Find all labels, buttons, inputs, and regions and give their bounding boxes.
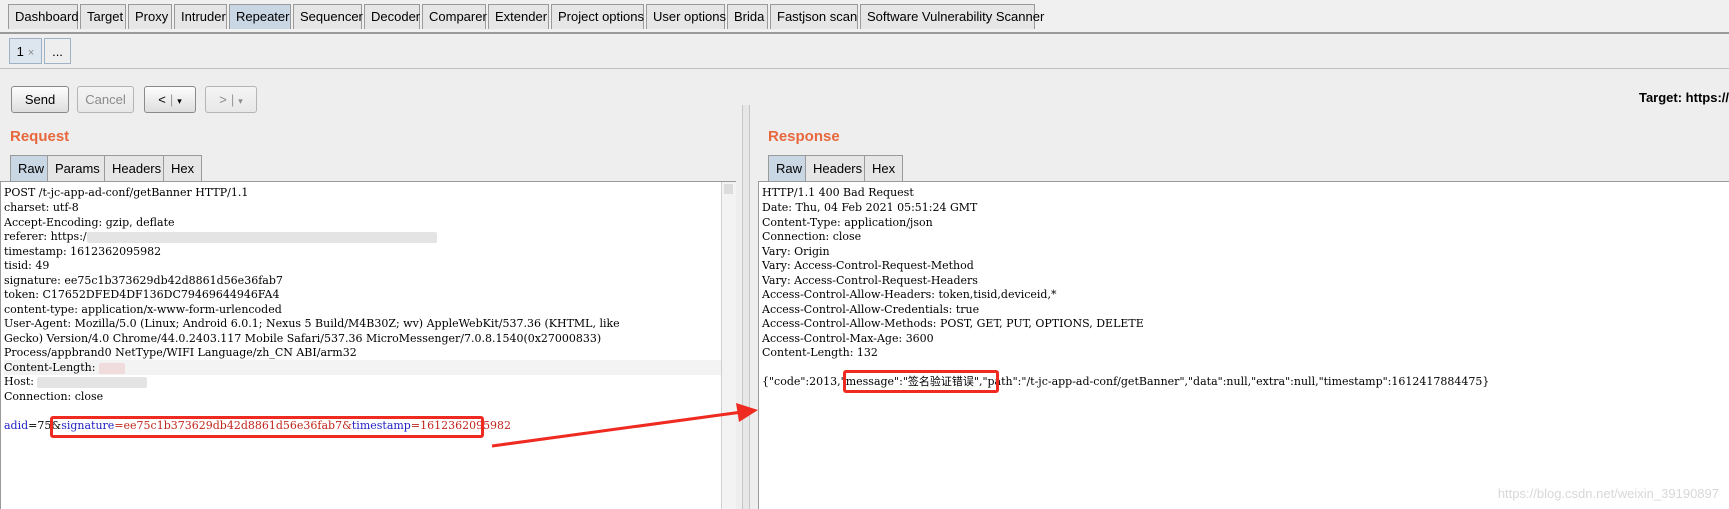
tab-fastjson-scan[interactable]: Fastjson scan [770, 4, 858, 29]
response-line: Access-Control-Allow-Methods: POST, GET,… [762, 317, 1144, 330]
send-button[interactable]: Send [11, 86, 69, 113]
response-line: Access-Control-Max-Age: 3600 [762, 332, 934, 345]
response-editor[interactable]: HTTP/1.1 400 Bad Request Date: Thu, 04 F… [758, 181, 1729, 509]
request-line: POST /t-jc-app-ad-conf/getBanner HTTP/1.… [4, 186, 249, 199]
chevron-down-icon[interactable]: ▾ [177, 96, 182, 106]
main-tab-bar: Dashboard Target Proxy Intruder Repeater… [0, 0, 1729, 34]
response-title: Response [768, 128, 840, 145]
request-line: content-type: application/x-www-form-url… [4, 303, 282, 316]
request-tab-params[interactable]: Params [47, 155, 108, 181]
target-label[interactable]: Target: https:// [1639, 90, 1729, 105]
tab-brida[interactable]: Brida [727, 4, 768, 29]
response-line: HTTP/1.1 400 Bad Request [762, 186, 914, 199]
response-line: Vary: Access-Control-Request-Method [762, 259, 974, 272]
request-line: tisid: 49 [4, 259, 50, 272]
response-line: Connection: close [762, 230, 862, 243]
request-tab-headers[interactable]: Headers [104, 155, 170, 181]
chevron-right-icon: > [219, 92, 227, 107]
response-line: Access-Control-Allow-Headers: token,tisi… [762, 288, 1057, 301]
referer-text: referer: https:/ [4, 230, 87, 243]
tab-target[interactable]: Target [80, 4, 126, 29]
response-line: Date: Thu, 04 Feb 2021 05:51:24 GMT [762, 201, 978, 214]
response-line: Vary: Origin [762, 245, 830, 258]
request-line: Content-Length: [4, 360, 724, 375]
redacted-block [86, 231, 437, 243]
json-prefix: {"code":2013, [762, 375, 841, 388]
request-line: Gecko) Version/4.0 Chrome/44.0.2403.117 … [4, 332, 602, 345]
response-line: Content-Type: application/json [762, 216, 933, 229]
response-line: Access-Control-Allow-Credentials: true [762, 303, 980, 316]
param-key: adid [4, 419, 29, 432]
request-line: timestamp: 1612362095982 [4, 245, 162, 258]
response-line: Content-Length: 132 [762, 346, 878, 359]
response-tab-headers[interactable]: Headers [805, 155, 871, 181]
repeater-tab-1[interactable]: 1 × [9, 38, 42, 64]
request-line: signature: ee75c1b373629db42d8861d56e36f… [4, 274, 283, 287]
chevron-left-icon: < [158, 92, 166, 107]
request-line: Accept-Encoding: gzip, deflate [4, 216, 175, 229]
close-icon[interactable]: × [28, 47, 34, 59]
request-scrollbar[interactable] [721, 182, 736, 509]
request-line: referer: https:/ [4, 229, 437, 244]
request-line: Process/appbrand0 NetType/WIFI Language/… [4, 346, 357, 359]
scroll-up-arrow[interactable] [724, 184, 733, 194]
request-line: Connection: close [4, 390, 104, 403]
response-pane: Response Raw Headers Hex HTTP/1.1 400 Ba… [750, 115, 1729, 509]
tab-dashboard[interactable]: Dashboard [8, 4, 79, 29]
response-tab-hex[interactable]: Hex [864, 155, 904, 181]
repeater-toolbar: Send Cancel < | ▾ > | ▾ Target: https:// [0, 69, 1729, 115]
split-pane-divider[interactable] [742, 105, 750, 509]
redacted-block [98, 362, 125, 374]
repeater-tab-bar: 1 × ... [0, 34, 1729, 69]
new-tab-button[interactable]: ... [44, 38, 71, 64]
request-line: User-Agent: Mozilla/5.0 (Linux; Android … [4, 317, 620, 330]
response-tab-raw[interactable]: Raw [768, 155, 811, 181]
tab-software-vulnerability-scanner[interactable]: Software Vulnerability Scanner [860, 4, 1044, 29]
tab-extender[interactable]: Extender [488, 4, 549, 29]
request-pane: Request Raw Params Headers Hex POST /t-j… [0, 115, 742, 509]
tab-sequencer[interactable]: Sequencer [293, 4, 363, 29]
back-button[interactable]: < | ▾ [144, 86, 196, 113]
json-rest: ,"path":"/t-jc-app-ad-conf/getBanner","d… [978, 375, 1490, 388]
request-tab-raw[interactable]: Raw [10, 155, 53, 181]
tab-proxy[interactable]: Proxy [128, 4, 172, 29]
tab-repeater[interactable]: Repeater [229, 4, 291, 29]
request-line: charset: utf-8 [4, 201, 79, 214]
tab-intruder[interactable]: Intruder [174, 4, 227, 29]
highlight-box [50, 416, 484, 438]
watermark: https://blog.csdn.net/weixin_39190897 [1497, 486, 1719, 501]
request-tab-hex[interactable]: Hex [163, 155, 203, 181]
request-line: Host: [4, 374, 148, 389]
highlight-box [843, 370, 999, 393]
response-line: Vary: Access-Control-Request-Headers [762, 274, 978, 287]
redacted-block [37, 376, 148, 388]
host-text: Host: [4, 375, 38, 388]
cancel-button[interactable]: Cancel [77, 86, 134, 113]
request-editor[interactable]: POST /t-jc-app-ad-conf/getBanner HTTP/1.… [0, 181, 736, 509]
chevron-down-icon[interactable]: ▾ [238, 96, 243, 106]
content-length-text: Content-Length: [4, 361, 99, 374]
tab-project-options[interactable]: Project options [551, 4, 644, 29]
tab-decoder[interactable]: Decoder [364, 4, 420, 29]
request-line: token: C17652DFED4DF136DC79469644946FA4 [4, 288, 280, 301]
forward-button[interactable]: > | ▾ [205, 86, 257, 113]
request-title: Request [10, 128, 70, 145]
tab-comparer[interactable]: Comparer [422, 4, 487, 29]
tab-user-options[interactable]: User options [646, 4, 726, 29]
repeater-tab-label: 1 [16, 44, 24, 59]
